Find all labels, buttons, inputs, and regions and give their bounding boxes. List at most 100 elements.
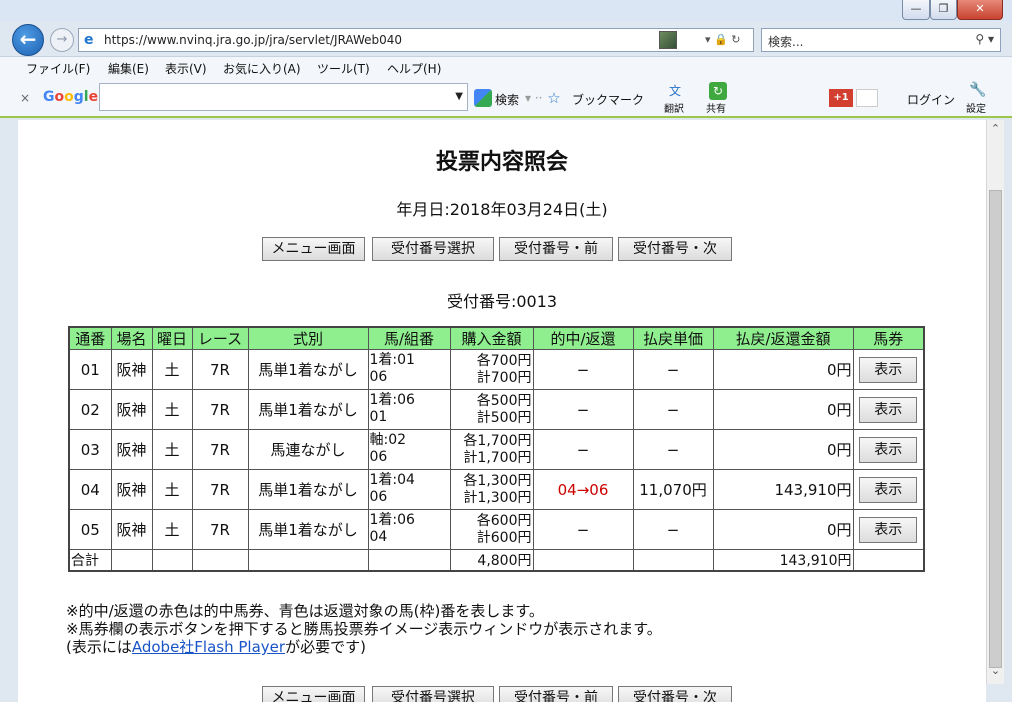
cell-race: 7R bbox=[191, 349, 249, 390]
cell-combination: 1着:06 04 bbox=[367, 509, 451, 550]
minimize-button[interactable]: — bbox=[902, 0, 930, 20]
amount-total: 計700円 bbox=[476, 369, 532, 386]
cell-purchase: 各500円 計500円 bbox=[449, 389, 534, 430]
empty-cell bbox=[532, 549, 634, 572]
receipt-select-button[interactable]: 受付番号選択 bbox=[372, 686, 494, 702]
amount-each: 各700円 bbox=[476, 352, 532, 369]
cell-unit-payout: − bbox=[632, 509, 714, 550]
combo-first: 軸:02 bbox=[369, 432, 407, 448]
google-search-icon[interactable] bbox=[474, 89, 492, 107]
show-ticket-button[interactable]: 表示 bbox=[859, 396, 918, 423]
menu-tools[interactable]: ツール(T) bbox=[317, 60, 370, 77]
note-line: ※的中/返還の赤色は的中馬券、青色は返還対象の馬(枠)番を表します。 bbox=[66, 602, 544, 620]
header-no: 通番 bbox=[68, 326, 112, 350]
cell-venue: 阪神 bbox=[110, 429, 153, 470]
scroll-down-icon[interactable]: ⌄ bbox=[987, 662, 1004, 680]
amount-total: 計1,700円 bbox=[463, 449, 532, 466]
receipt-select-button[interactable]: 受付番号選択 bbox=[372, 237, 494, 261]
cell-ticket: 表示 bbox=[852, 469, 925, 510]
cell-ticket: 表示 bbox=[852, 349, 925, 390]
cell-purchase: 各700円 計700円 bbox=[449, 349, 534, 390]
star-icon: ☆ bbox=[547, 89, 561, 107]
forward-button[interactable]: → bbox=[50, 28, 74, 52]
back-button[interactable]: ← bbox=[12, 24, 44, 56]
menu-help[interactable]: ヘルプ(H) bbox=[387, 60, 441, 77]
cell-venue: 阪神 bbox=[110, 469, 153, 510]
address-bar[interactable]: e https://www.nvinq.jra.go.jp/jra/servle… bbox=[78, 28, 754, 52]
cell-venue: 阪神 bbox=[110, 509, 153, 550]
close-window-button[interactable]: ✕ bbox=[957, 0, 1003, 20]
show-ticket-button[interactable]: 表示 bbox=[859, 516, 918, 543]
cell-ticket: 表示 bbox=[852, 429, 925, 470]
scrollbar-thumb[interactable] bbox=[989, 190, 1002, 668]
receipt-prev-button[interactable]: 受付番号・前 bbox=[499, 237, 613, 261]
scroll-up-icon[interactable]: ⌃ bbox=[987, 120, 1004, 138]
menu-favorites[interactable]: お気に入り(A) bbox=[223, 60, 301, 77]
bookmarks-button[interactable]: ブックマーク bbox=[572, 91, 644, 108]
show-ticket-button[interactable]: 表示 bbox=[859, 476, 918, 503]
url-text[interactable]: https://www.nvinq.jra.go.jp/jra/servlet/… bbox=[104, 33, 402, 47]
cell-venue: 阪神 bbox=[110, 389, 153, 430]
gplus-count bbox=[856, 89, 878, 107]
total-purchase: 4,800円 bbox=[449, 549, 534, 572]
cell-payout: 143,910円 bbox=[712, 469, 854, 510]
header-ticket: 馬券 bbox=[852, 326, 925, 350]
cell-race: 7R bbox=[191, 469, 249, 510]
note-line: ※馬券欄の表示ボタンを押下すると勝馬投票券イメージ表示ウィンドウが表示されます。 bbox=[66, 620, 662, 638]
google-search-button[interactable]: 検索 bbox=[495, 91, 519, 108]
menu-file[interactable]: ファイル(F) bbox=[26, 60, 90, 77]
bet-table: 通番 場名 曜日 レース 式別 馬/組番 購入金額 的中/返還 払戻単価 払戻/… bbox=[68, 326, 925, 572]
header-payout: 払戻/返還金額 bbox=[712, 326, 854, 350]
header-bet-type: 式別 bbox=[247, 326, 369, 350]
vertical-scrollbar[interactable]: ⌃ ⌄ bbox=[986, 120, 1004, 684]
cell-race: 7R bbox=[191, 509, 249, 550]
empty-cell bbox=[151, 549, 193, 572]
cell-unit-payout: 11,070円 bbox=[632, 469, 714, 510]
receipt-prev-button[interactable]: 受付番号・前 bbox=[499, 686, 613, 702]
cell-purchase: 各1,300円 計1,300円 bbox=[449, 469, 534, 510]
empty-cell bbox=[110, 549, 153, 572]
close-toolbar-icon[interactable]: × bbox=[20, 91, 30, 105]
search-icon[interactable]: ⚲ ▾ bbox=[975, 32, 994, 46]
wrench-icon: 🔧 bbox=[969, 82, 987, 98]
combo-first: 1着:06 bbox=[369, 512, 415, 528]
cell-venue: 阪神 bbox=[110, 349, 153, 390]
empty-cell bbox=[191, 549, 249, 572]
cell-bet-type: 馬連ながし bbox=[247, 429, 369, 470]
menu-screen-button[interactable]: メニュー画面 bbox=[262, 237, 365, 261]
cell-no: 04 bbox=[68, 469, 112, 510]
share-button[interactable]: 共有 bbox=[706, 100, 726, 115]
maximize-button[interactable]: ❐ bbox=[930, 0, 957, 20]
show-ticket-button[interactable]: 表示 bbox=[859, 356, 918, 383]
share-icon: ↻ bbox=[709, 82, 727, 100]
page-title: 投票内容照会 bbox=[435, 150, 568, 175]
page-image-icon bbox=[659, 31, 677, 49]
menu-screen-button[interactable]: メニュー画面 bbox=[262, 686, 365, 702]
page-content: 投票内容照会 年月日:2018年03月24日(土) メニュー画面 受付番号選択 … bbox=[18, 120, 986, 702]
receipt-next-button[interactable]: 受付番号・次 bbox=[618, 237, 732, 261]
menu-view[interactable]: 表示(V) bbox=[165, 60, 207, 77]
window-titlebar: — ❐ ✕ bbox=[0, 0, 1012, 24]
login-button[interactable]: ログイン bbox=[907, 91, 955, 108]
combo-second: 04 bbox=[369, 529, 388, 545]
note-suffix: が必要です) bbox=[285, 638, 366, 656]
flash-player-link[interactable]: Adobe社Flash Player bbox=[132, 638, 285, 656]
empty-cell bbox=[852, 549, 925, 572]
google-search-input[interactable]: ▼ bbox=[99, 83, 468, 111]
table-row: 04 阪神 土 7R 馬単1着ながし 1着:04 06 各1,300円 計1,300… bbox=[68, 469, 925, 510]
settings-button[interactable]: 設定 bbox=[966, 100, 986, 115]
receipt-next-button[interactable]: 受付番号・次 bbox=[618, 686, 732, 702]
gplus-button[interactable]: +1 bbox=[829, 89, 853, 107]
menu-edit[interactable]: 編集(E) bbox=[108, 60, 149, 77]
chevron-down-icon[interactable]: ▼ bbox=[455, 91, 463, 102]
total-payout: 143,910円 bbox=[712, 549, 854, 572]
browser-search-box[interactable]: 検索... ⚲ ▾ bbox=[761, 28, 1001, 52]
translate-button[interactable]: 翻訳 bbox=[664, 100, 684, 115]
show-ticket-button[interactable]: 表示 bbox=[859, 436, 918, 463]
cell-no: 01 bbox=[68, 349, 112, 390]
cell-payout: 0円 bbox=[712, 429, 854, 470]
header-day: 曜日 bbox=[151, 326, 193, 350]
address-controls[interactable]: ▾ 🔒 ↻ bbox=[705, 33, 740, 46]
header-venue: 場名 bbox=[110, 326, 153, 350]
chevron-down-icon[interactable]: ▾ ·· bbox=[525, 91, 542, 105]
